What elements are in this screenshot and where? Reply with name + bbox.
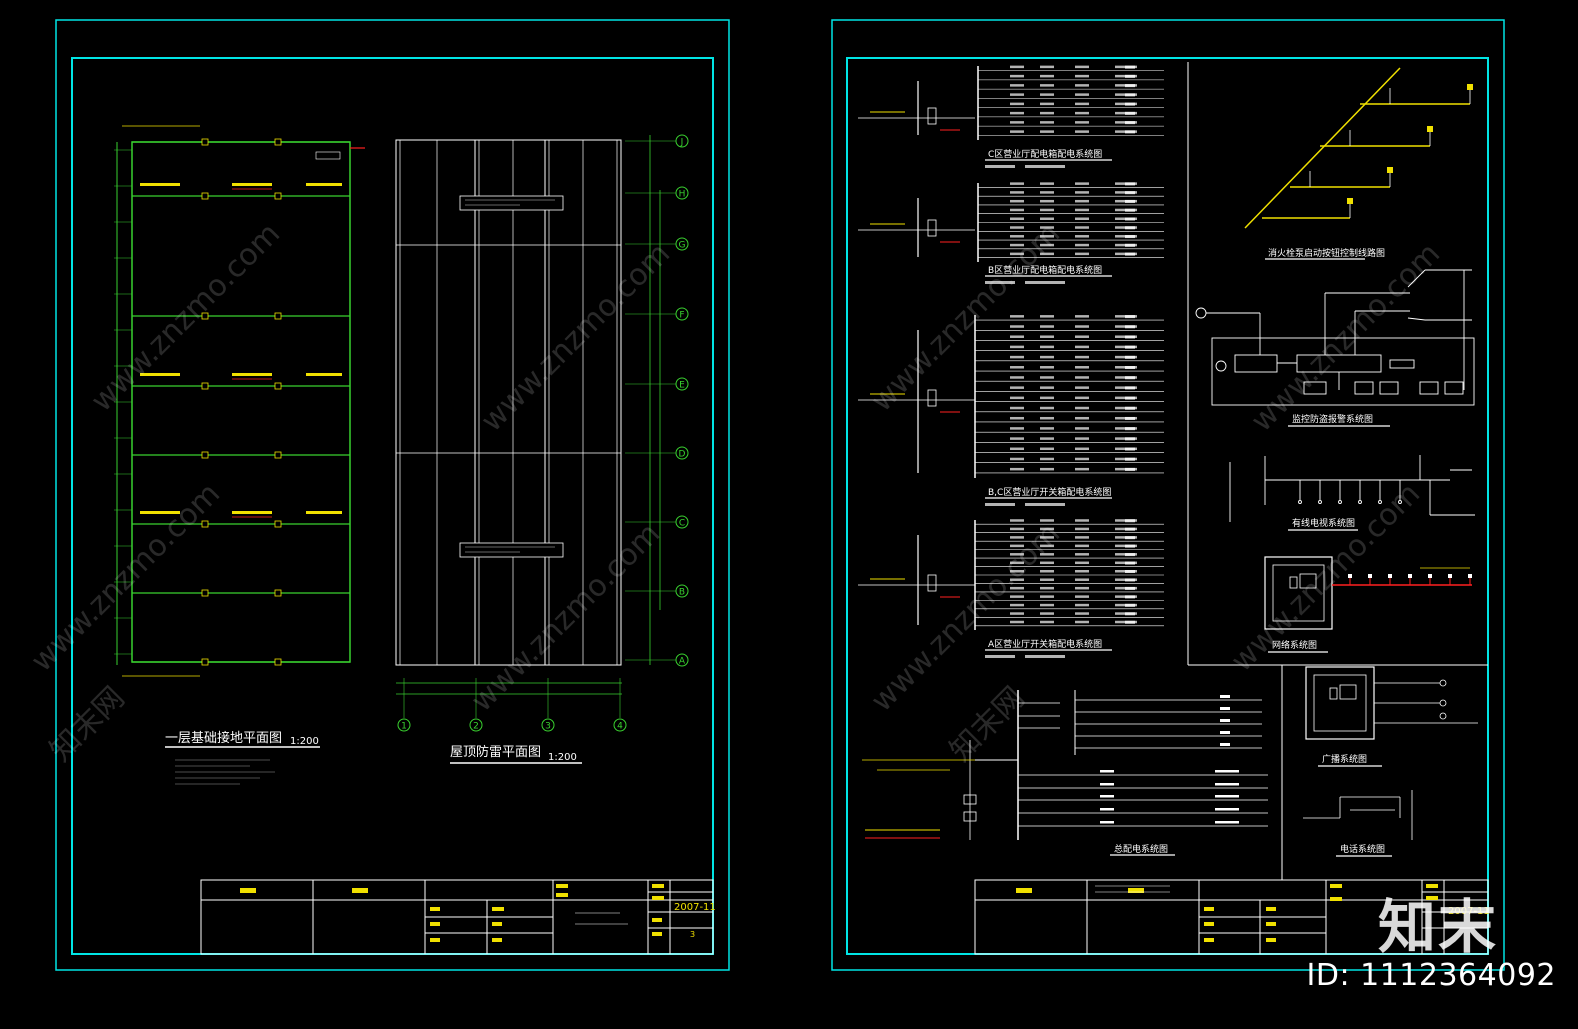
row-axis-label: F [679, 311, 684, 321]
roof-plan-scale: 1:200 [548, 752, 577, 763]
main-power-title: 总配电系统图 [1114, 843, 1168, 855]
panel-schedule-title: B区营业厅配电箱配电系统图 [988, 264, 1102, 276]
row-axis-label: D [679, 450, 686, 460]
grounding-plan [114, 125, 365, 785]
main-power-diagram [862, 690, 1268, 840]
left-title-block-date: 2007-11 [674, 902, 716, 913]
left-title-block [200, 879, 714, 955]
grounding-plan-scale: 1:200 [290, 736, 319, 747]
image-id-label: ID: 1112364092 [1306, 958, 1556, 993]
col-axis-label: 3 [545, 722, 551, 732]
telephone-title: 电话系统图 [1340, 843, 1385, 855]
row-axis-label: H [679, 190, 686, 200]
row-axis-label: G [679, 241, 686, 251]
network-title: 网络系统图 [1272, 639, 1317, 651]
col-axis-label: 2 [473, 722, 479, 732]
panel-schedule: B,C区营业厅开关箱配电系统图 [858, 315, 1164, 506]
catv-title: 有线电视系统图 [1292, 517, 1355, 529]
panel-schedule-title: B,C区营业厅开关箱配电系统图 [988, 486, 1111, 498]
roof-plan: J H G F E D C B A 1 2 3 4 [395, 134, 689, 732]
row-axis-label: J [680, 138, 684, 148]
right-sheet-outer-border [831, 19, 1505, 971]
col-axis-label: 1 [401, 722, 407, 732]
left-sheet-outer-border [55, 19, 730, 971]
cctv-diagram [1195, 269, 1475, 406]
fire-pump-diagram [1244, 67, 1473, 229]
row-axis-label: B [679, 588, 685, 598]
panel-schedule-title: A区营业厅开关箱配电系统图 [988, 638, 1102, 650]
cctv-title: 监控防盗报警系统图 [1292, 413, 1373, 425]
panel-schedule: B区营业厅配电箱配电系统图 [858, 182, 1164, 284]
left-sheet: 一层基础接地平面图 1:200 J H G F E D C B A 1 2 3 4 屋顶防雷平面图 1… [55, 19, 730, 971]
row-axis-label: E [679, 381, 685, 391]
fire-pump-title: 消火栓泵启动按钮控制线路图 [1268, 247, 1385, 259]
telephone-diagram [1303, 790, 1413, 840]
network-diagram [1264, 556, 1472, 630]
broadcast-title: 广播系统图 [1322, 753, 1367, 765]
broadcast-diagram [1305, 666, 1478, 740]
right-sheet-inner-border [846, 57, 1489, 955]
roof-plan-title: 屋顶防雷平面图 [450, 744, 541, 760]
brand-logo: 知末 [1377, 893, 1498, 961]
panel-schedule: C区营业厅配电箱配电系统图 [858, 65, 1164, 168]
col-axis-label: 4 [617, 722, 623, 732]
cad-drawing-viewport: 一层基础接地平面图 1:200 J H G F E D C B A 1 2 3 4 屋顶防雷平面图 1… [0, 0, 1578, 1025]
left-title-block-sheet-no: 3 [690, 930, 695, 939]
right-sheet: C区营业厅配电箱配电系统图 B区营业厅配电箱配电系统图 B,C区营业厅开关箱配电系统… [831, 19, 1505, 971]
row-axis-label: C [679, 519, 685, 529]
catv-diagram [1229, 455, 1475, 522]
grounding-plan-title: 一层基础接地平面图 [165, 730, 282, 746]
panel-schedule: A区营业厅开关箱配电系统图 [858, 519, 1164, 658]
panel-schedule-title: C区营业厅配电箱配电系统图 [988, 148, 1102, 160]
row-axis-label: A [679, 657, 686, 667]
